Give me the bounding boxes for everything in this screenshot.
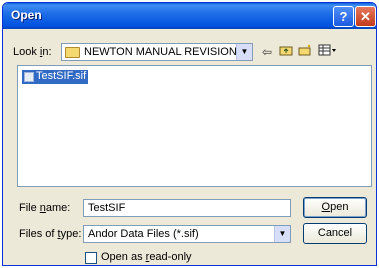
new-folder-icon[interactable] bbox=[297, 44, 313, 60]
open-button-label: pen bbox=[330, 201, 349, 213]
sif-file-icon bbox=[24, 72, 34, 82]
look-in-label-prefix: Look bbox=[13, 46, 40, 58]
help-icon: ? bbox=[339, 9, 348, 24]
read-only-label-prefix: Open as bbox=[101, 251, 146, 263]
file-name-label-prefix: File bbox=[19, 202, 40, 214]
read-only-label-suffix: ead-only bbox=[149, 251, 192, 263]
files-of-type-dropdown[interactable]: Andor Data Files (*.sif) ▼ bbox=[83, 225, 291, 243]
cancel-button[interactable]: Cancel bbox=[303, 223, 367, 244]
files-of-type-label-suffix: ype: bbox=[60, 228, 82, 240]
file-name-input[interactable]: TestSIF bbox=[83, 199, 291, 217]
cancel-button-label: Cancel bbox=[317, 227, 353, 239]
file-name-value: TestSIF bbox=[88, 202, 126, 214]
close-button[interactable]: ✕ bbox=[355, 6, 376, 27]
look-in-dropdown[interactable]: NEWTON MANUAL REVISION ▼ bbox=[61, 43, 253, 61]
title-bar[interactable]: Open ? ✕ bbox=[3, 3, 376, 29]
help-button[interactable]: ? bbox=[333, 6, 354, 27]
file-name-label-suffix: ame: bbox=[45, 202, 71, 214]
look-in-dropdown-arrow[interactable]: ▼ bbox=[236, 44, 252, 60]
close-icon: ✕ bbox=[360, 9, 371, 24]
views-menu-icon[interactable] bbox=[317, 44, 339, 60]
open-button-key: O bbox=[321, 201, 331, 213]
files-of-type-value: Andor Data Files (*.sif) bbox=[88, 228, 199, 240]
look-in-value: NEWTON MANUAL REVISION bbox=[84, 46, 237, 58]
window-title: Open bbox=[11, 8, 42, 22]
files-of-type-label-prefix: Files of bbox=[19, 228, 58, 240]
up-folder-icon[interactable] bbox=[278, 44, 294, 60]
read-only-label[interactable]: Open as read-only bbox=[101, 251, 192, 263]
files-of-type-dropdown-arrow[interactable]: ▼ bbox=[274, 226, 290, 242]
open-dialog: Open ? ✕ Look in: NEWTON MANUAL REVISION… bbox=[2, 2, 377, 266]
open-button[interactable]: Open bbox=[303, 197, 367, 218]
list-item[interactable]: TestSIF.sif bbox=[22, 70, 88, 84]
file-list[interactable]: TestSIF.sif bbox=[17, 65, 372, 187]
file-item-name: TestSIF.sif bbox=[36, 70, 87, 82]
look-in-label-suffix: n: bbox=[42, 46, 52, 58]
folder-icon bbox=[65, 47, 80, 58]
file-name-label: File name: bbox=[19, 202, 70, 214]
files-of-type-label: Files of type: bbox=[19, 228, 81, 240]
read-only-checkbox[interactable] bbox=[85, 252, 97, 264]
back-icon[interactable]: ⇦ bbox=[259, 44, 275, 60]
look-in-label: Look in: bbox=[13, 46, 52, 58]
